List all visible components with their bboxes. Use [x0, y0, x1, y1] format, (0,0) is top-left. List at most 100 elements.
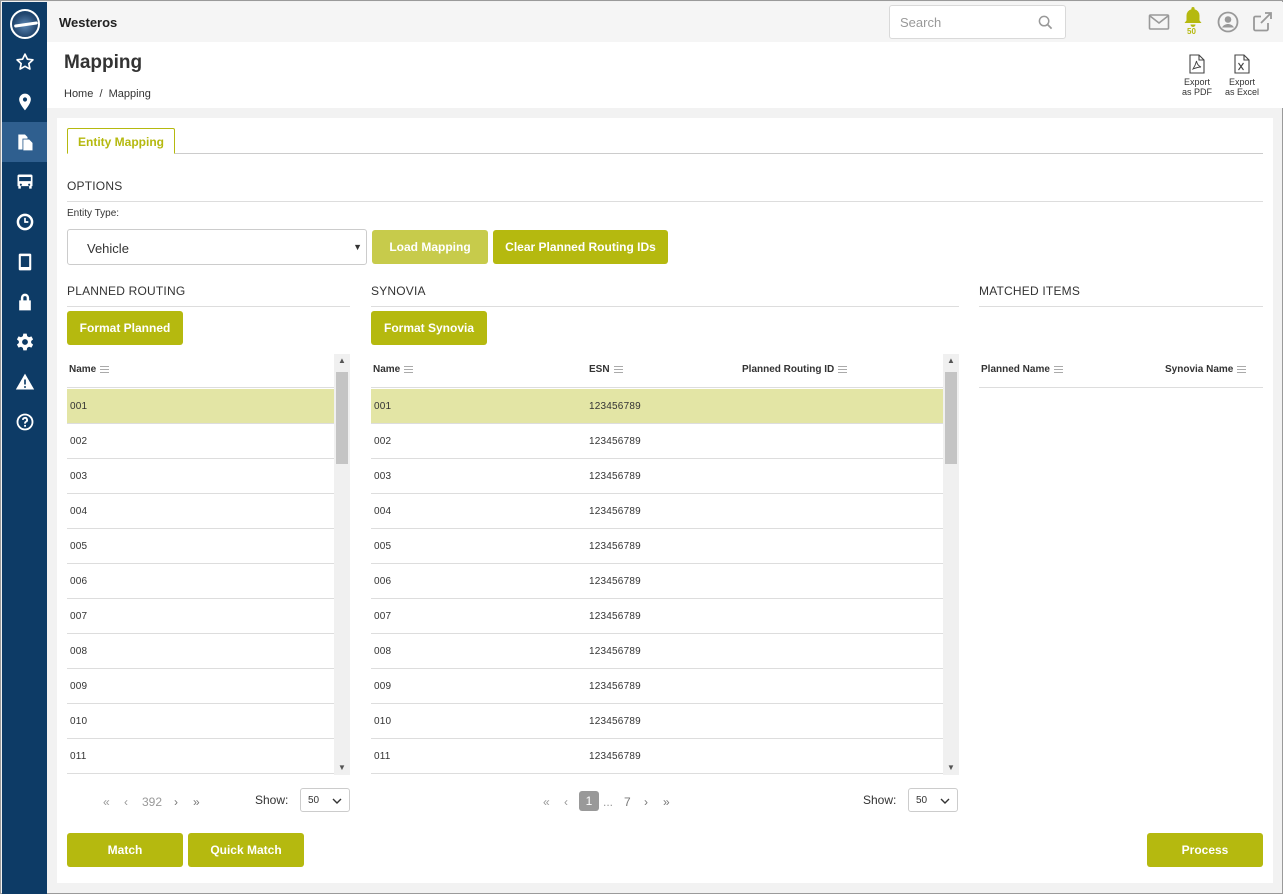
synovia-esn-cell: 123456789 [589, 401, 641, 412]
location-pin-icon[interactable] [2, 82, 47, 122]
gear-icon[interactable] [2, 322, 47, 362]
planned-grid-scrollbar[interactable]: ▲ ▼ [334, 354, 350, 775]
column-header-esn[interactable]: ESN [589, 364, 623, 375]
table-row[interactable]: 007 123456789 [371, 599, 943, 634]
match-button[interactable]: Match [67, 833, 183, 867]
table-row[interactable]: 003 [67, 459, 350, 494]
column-menu-icon[interactable] [100, 365, 110, 373]
table-row[interactable]: 009 123456789 [371, 669, 943, 704]
total-pages[interactable]: 392 [142, 795, 162, 809]
table-row[interactable]: 010 [67, 704, 350, 739]
bell-icon[interactable] [1181, 5, 1205, 29]
column-header-name-label: Name [69, 364, 97, 375]
table-row[interactable]: 006 [67, 564, 350, 599]
prev-page-icon[interactable]: ‹ [124, 795, 128, 809]
column-menu-icon[interactable] [1237, 365, 1247, 373]
first-page-icon[interactable]: « [103, 795, 110, 809]
scroll-down-icon[interactable]: ▼ [334, 761, 350, 775]
column-menu-icon[interactable] [613, 365, 623, 373]
synovia-esn-cell: 123456789 [589, 541, 641, 552]
table-row[interactable]: 008 [67, 634, 350, 669]
planned-scroll-thumb[interactable] [336, 372, 348, 464]
table-row[interactable]: 005 [67, 529, 350, 564]
next-page-icon[interactable]: › [644, 795, 648, 809]
planned-name-cell: 009 [70, 681, 88, 692]
current-page[interactable]: 1 [579, 791, 599, 811]
synovia-page-size-select[interactable]: 50 [908, 788, 958, 812]
table-row[interactable]: 004 [67, 494, 350, 529]
export-pdf-button[interactable]: Export as PDF [1177, 54, 1217, 97]
format-planned-button[interactable]: Format Planned [67, 311, 183, 345]
lock-icon[interactable] [2, 282, 47, 322]
search-box[interactable] [889, 5, 1066, 39]
scroll-down-icon[interactable]: ▼ [943, 761, 959, 775]
scroll-up-icon[interactable]: ▲ [943, 354, 959, 368]
synovia-esn-cell: 123456789 [589, 681, 641, 692]
clock-icon[interactable] [2, 202, 47, 242]
last-page-icon[interactable]: » [193, 795, 200, 809]
search-input[interactable] [900, 15, 1030, 30]
warning-icon[interactable] [2, 362, 47, 402]
synovia-name-cell: 009 [374, 681, 392, 692]
column-menu-icon[interactable] [838, 365, 848, 373]
next-page-icon[interactable]: › [174, 795, 178, 809]
table-row[interactable]: 003 123456789 [371, 459, 943, 494]
breadcrumb[interactable]: Home / Mapping [64, 88, 151, 100]
help-icon[interactable] [2, 402, 47, 442]
last-page-number[interactable]: 7 [624, 795, 631, 809]
column-header-planned-routing-id-label: Planned Routing ID [742, 364, 835, 375]
table-row[interactable]: 011 123456789 [371, 739, 943, 774]
column-header-planned-name[interactable]: Planned Name [981, 364, 1063, 375]
logo-icon[interactable] [10, 9, 40, 39]
table-row[interactable]: 005 123456789 [371, 529, 943, 564]
prev-page-icon[interactable]: ‹ [564, 795, 568, 809]
synovia-grid-scrollbar[interactable]: ▲ ▼ [943, 354, 959, 775]
synovia-scroll-thumb[interactable] [945, 372, 957, 464]
table-row[interactable]: 006 123456789 [371, 564, 943, 599]
notification-count: 50 [1187, 27, 1196, 36]
export-excel-button[interactable]: Export as Excel [1222, 54, 1262, 97]
bus-icon[interactable] [2, 162, 47, 202]
planned-page-size-select[interactable]: 50 [300, 788, 350, 812]
table-row[interactable]: 009 [67, 669, 350, 704]
documents-icon[interactable] [2, 122, 47, 162]
column-header-synovia-name[interactable]: Synovia Name [1165, 364, 1247, 375]
table-row[interactable]: 001 123456789 [371, 389, 943, 424]
table-row[interactable]: 011 [67, 739, 350, 774]
table-row[interactable]: 002 [67, 424, 350, 459]
search-icon[interactable] [1038, 15, 1053, 30]
scroll-up-icon[interactable]: ▲ [334, 354, 350, 368]
tablet-icon[interactable] [2, 242, 47, 282]
table-row[interactable]: 010 123456789 [371, 704, 943, 739]
external-link-icon[interactable] [1250, 10, 1274, 34]
planned-name-cell: 010 [70, 716, 88, 727]
column-menu-icon[interactable] [404, 365, 414, 373]
load-mapping-button[interactable]: Load Mapping [372, 230, 488, 264]
tab-entity-mapping[interactable]: Entity Mapping [67, 128, 175, 154]
planned-routing-divider [67, 306, 350, 307]
column-header-name[interactable]: Name [373, 364, 414, 375]
column-menu-icon[interactable] [1053, 365, 1063, 373]
table-row[interactable]: 004 123456789 [371, 494, 943, 529]
star-icon[interactable] [2, 42, 47, 82]
format-synovia-button[interactable]: Format Synovia [371, 311, 487, 345]
last-page-icon[interactable]: » [663, 795, 670, 809]
process-button[interactable]: Process [1147, 833, 1263, 867]
entity-type-select[interactable]: Vehicle ▼ [67, 229, 367, 265]
table-row[interactable]: 002 123456789 [371, 424, 943, 459]
app-title: Westeros [59, 15, 118, 30]
table-row[interactable]: 007 [67, 599, 350, 634]
table-row[interactable]: 001 [67, 389, 350, 424]
column-header-planned-routing-id[interactable]: Planned Routing ID [742, 364, 848, 375]
mail-icon[interactable] [1147, 10, 1171, 34]
quick-match-button[interactable]: Quick Match [188, 833, 304, 867]
planned-routing-grid: Name 001 002 003 004 005 006 007 008 009 010 011 [67, 354, 350, 775]
column-header-name[interactable]: Name [69, 364, 110, 375]
clear-planned-routing-ids-button[interactable]: Clear Planned Routing IDs [493, 230, 668, 264]
first-page-icon[interactable]: « [543, 795, 550, 809]
planned-name-cell: 004 [70, 506, 88, 517]
planned-name-cell: 003 [70, 471, 88, 482]
planned-page-size-value: 50 [308, 795, 320, 806]
table-row[interactable]: 008 123456789 [371, 634, 943, 669]
user-account-icon[interactable] [1216, 10, 1240, 34]
